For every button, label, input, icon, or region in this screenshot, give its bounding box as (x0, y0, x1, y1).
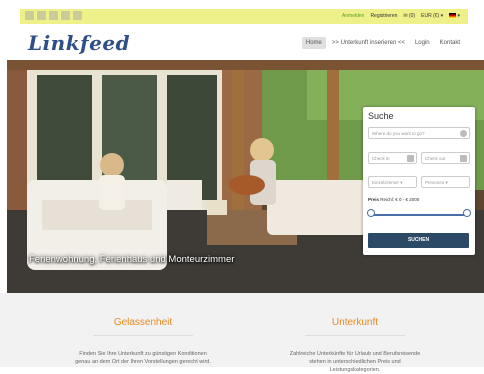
nav-item-contact[interactable]: Kontakt (436, 37, 464, 49)
nav-item-list-property[interactable]: >> Unterkunft inserieren << (328, 37, 409, 49)
destination-placeholder: Where do you want to go? (372, 131, 425, 136)
currency-select[interactable]: EUR (€) ▾ (421, 12, 443, 21)
price-label: Preis Reichl: € 0 - € 2000 (368, 197, 419, 202)
checkin-placeholder: Check in (372, 156, 390, 161)
nav-item-home[interactable]: Home (301, 37, 326, 49)
register-link[interactable]: Registrieren (370, 12, 397, 21)
feature-title: Unterkunft (331, 317, 379, 328)
search-button[interactable]: SUCHEN (368, 233, 469, 248)
price-slider-track[interactable] (371, 214, 467, 216)
search-panel: Suche Where do you want to go? Check in … (363, 107, 475, 255)
rss-icon[interactable] (73, 11, 82, 20)
main-nav: Linkfeed Home >> Unterkunft inserieren <… (20, 28, 468, 60)
login-link[interactable]: Anmelden (342, 12, 365, 21)
divider (93, 335, 193, 336)
flag-icon (449, 13, 457, 19)
facebook-icon[interactable] (25, 11, 34, 20)
hero-caption: Ferienwohnung, Ferienhaus und Monteurzim… (29, 254, 235, 265)
linkedin-icon[interactable] (61, 11, 70, 20)
feature-text: Zahlreiche Unterkünfte für Urlaub und Be… (289, 351, 421, 373)
search-title: Suche (368, 111, 394, 121)
feature-title: Gelassenheit (113, 317, 173, 328)
cart-count: (0) (409, 13, 416, 19)
checkout-placeholder: Check out (425, 156, 446, 161)
features-section: Gelassenheit Finden Sie Ihre Unterkunft … (0, 293, 484, 373)
nav-menu: Home >> Unterkunft inserieren << Login K… (301, 37, 464, 49)
top-links: Anmelden Registrieren ✉ (0) EUR (€) ▾ ▾ (342, 12, 460, 21)
calendar-icon (407, 155, 414, 162)
price-slider-max-handle[interactable] (463, 209, 471, 217)
site-logo[interactable]: Linkfeed (28, 31, 130, 55)
twitter-icon[interactable] (37, 11, 46, 20)
persons-select[interactable]: Personen ▾ (421, 176, 470, 188)
divider (305, 335, 405, 336)
nav-item-login[interactable]: Login (411, 37, 434, 49)
destination-input[interactable]: Where do you want to go? (368, 127, 470, 139)
social-icons (25, 11, 82, 20)
top-strip: Anmelden Registrieren ✉ (0) EUR (€) ▾ ▾ (20, 9, 468, 24)
calendar-icon (460, 155, 467, 162)
language-select[interactable]: ▾ (449, 12, 460, 21)
cart-icon: ✉ (403, 13, 408, 19)
price-slider-min-handle[interactable] (367, 209, 375, 217)
checkout-input[interactable]: Check out (421, 152, 470, 164)
location-icon (460, 130, 467, 137)
price-range-text: Reichl: € 0 - € 2000 (380, 197, 420, 202)
google-plus-icon[interactable] (49, 11, 58, 20)
room-type-select[interactable]: Einzelzimmer ▾ (368, 176, 417, 188)
checkin-input[interactable]: Check in (368, 152, 417, 164)
cart-link[interactable]: ✉ (0) (403, 12, 415, 21)
top-bar: Anmelden Registrieren ✉ (0) EUR (€) ▾ ▾ (0, 0, 484, 29)
price-label-title: Preis (368, 197, 380, 202)
feature-text: Finden Sie Ihre Unterkunft zu günstigen … (75, 351, 211, 365)
